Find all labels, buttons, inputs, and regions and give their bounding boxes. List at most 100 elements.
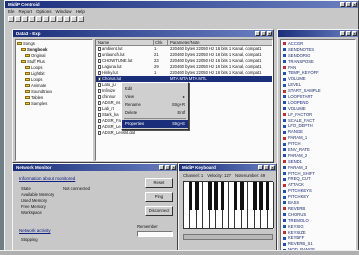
column-header-chk[interactable]: Chk <box>154 40 168 45</box>
parameter-bullet-icon <box>283 230 286 234</box>
parameter-bullet-icon <box>283 65 286 69</box>
record-icon[interactable] <box>71 16 77 22</box>
paste-icon[interactable] <box>43 16 49 22</box>
folder-tree: Songs Songbook Original Stuff Plus Loops… <box>15 39 93 161</box>
folder-icon <box>25 84 30 88</box>
maximize-icon[interactable]: □ <box>346 2 351 7</box>
file-icon <box>98 70 101 75</box>
parameter-window: _ □ × ACCGR SENDNOTES SENDORIG TRANSPOSE PAN TE… <box>277 29 359 255</box>
minimize-icon[interactable]: _ <box>159 165 164 170</box>
file-icon <box>98 100 101 105</box>
black-key[interactable] <box>220 182 225 210</box>
play-icon[interactable] <box>57 16 63 22</box>
main-title-bar: MidiP Centroid _ □ × <box>5 1 358 8</box>
new-icon[interactable] <box>8 16 14 22</box>
context-menu-edit[interactable]: Edit <box>122 85 188 93</box>
folder-icon <box>25 78 30 82</box>
black-key[interactable] <box>188 182 193 210</box>
context-menu-properties[interactable]: Properties Strg+E <box>122 120 188 128</box>
parameter-bullet-icon <box>283 171 286 175</box>
parameter-bullet-icon <box>283 148 286 152</box>
black-key[interactable] <box>265 182 270 210</box>
black-key[interactable] <box>259 182 264 210</box>
close-icon[interactable]: × <box>352 31 357 36</box>
parameter-bullet-icon <box>283 118 286 122</box>
black-key[interactable] <box>239 182 244 210</box>
parameter-bullet-icon <box>283 54 286 58</box>
context-menu-rename[interactable]: Rename Strg+R <box>122 101 188 109</box>
close-icon[interactable]: × <box>352 2 357 7</box>
context-menu-delete[interactable]: Delete Entf <box>122 109 188 117</box>
keyboard-title: MidiP Keyboard <box>182 165 216 170</box>
file-icon <box>98 118 101 123</box>
explorer-window: Data3 - Exp _ □ × Songs Songbook Original … <box>12 29 274 163</box>
open-icon[interactable] <box>15 16 21 22</box>
parameter-bullet-icon <box>283 83 286 87</box>
parameter-bullet-icon <box>283 130 286 134</box>
minimize-icon[interactable]: _ <box>340 31 345 36</box>
parameter-bullet-icon <box>283 219 286 223</box>
context-menu-view[interactable]: View ▸ <box>122 93 188 101</box>
file-row[interactable]: ADSR_Lenslit.dat <box>96 130 272 136</box>
parameter-bullet-icon <box>283 166 286 170</box>
cut-icon[interactable] <box>29 16 35 22</box>
maximize-icon[interactable]: □ <box>261 31 266 36</box>
close-icon[interactable]: × <box>270 165 275 170</box>
menu-options[interactable]: Options <box>36 8 52 15</box>
parameter-bullet-icon <box>283 177 286 181</box>
close-icon[interactable]: × <box>171 165 176 170</box>
keyboard-window: MidiP Keyboard _ □ × Channel: 1 Velocity: … <box>178 163 277 253</box>
remember-slider[interactable] <box>137 231 173 237</box>
parameter-bullet-icon <box>283 89 286 93</box>
slider-label: Remember <box>137 224 158 229</box>
explorer-title-bar: Data3 - Exp _ □ × <box>13 30 273 37</box>
save-icon[interactable] <box>22 16 28 22</box>
black-key[interactable] <box>214 182 219 210</box>
parameter-bullet-icon <box>283 236 286 240</box>
disconnect-button[interactable]: Disconnect <box>145 206 173 216</box>
keyboard-title-bar: MidiP Keyboard _ □ × <box>179 164 276 171</box>
activity-status: Stopping <box>21 237 38 242</box>
parameter-bullet-icon <box>283 60 286 64</box>
monitor-window: Network Monitor _ □ × Information about mo… <box>12 163 178 253</box>
monitor-title: Network Monitor <box>16 165 52 170</box>
column-header-note[interactable]: Parameter/Note <box>168 40 272 45</box>
delete-icon[interactable] <box>50 16 56 22</box>
context-menu: Edit View ▸ Rename Strg+R Delete Entf Prope… <box>121 82 189 130</box>
ping-button[interactable]: Ping <box>145 192 173 202</box>
parameter-bullet-icon <box>283 77 286 81</box>
reset-button[interactable]: Reset <box>145 178 173 188</box>
tree-node[interactable]: Samples <box>17 101 91 107</box>
black-key[interactable] <box>207 182 212 210</box>
help-icon[interactable] <box>78 16 84 22</box>
maximize-icon[interactable]: □ <box>264 165 269 170</box>
parameter-list: ACCGR SENDNOTES SENDORIG TRANSPOSE PAN TEMP_K… <box>280 39 356 253</box>
menu-help[interactable]: Help <box>76 8 85 15</box>
stop-icon[interactable] <box>64 16 70 22</box>
channel-label: Channel: 1 <box>183 173 204 178</box>
black-key[interactable] <box>252 182 257 210</box>
column-header-name[interactable]: Name <box>96 40 154 45</box>
copy-icon[interactable] <box>36 16 42 22</box>
file-icon <box>98 130 101 135</box>
menu-file[interactable]: Ele <box>8 8 15 15</box>
black-key[interactable] <box>233 182 238 210</box>
file-icon <box>98 112 101 117</box>
minimize-icon[interactable]: _ <box>340 2 345 7</box>
menu-report[interactable]: Report <box>19 8 33 15</box>
folder-icon <box>21 48 26 52</box>
keyboard-scrollbar[interactable] <box>183 234 273 240</box>
menu-bar: Ele Report Options Window Help <box>5 8 358 15</box>
minimize-icon[interactable]: _ <box>258 165 263 170</box>
parameter-bullet-icon <box>283 48 286 52</box>
toolbar <box>5 15 358 23</box>
minimize-icon[interactable]: _ <box>255 31 260 36</box>
folder-icon <box>25 90 30 94</box>
menu-window[interactable]: Window <box>56 8 72 15</box>
close-icon[interactable]: × <box>267 31 272 36</box>
monitor-fields: State Not connected Available Memory Used… <box>21 186 131 216</box>
maximize-icon[interactable]: □ <box>346 31 351 36</box>
maximize-icon[interactable]: □ <box>165 165 170 170</box>
black-key[interactable] <box>194 182 199 210</box>
folder-icon <box>17 42 22 46</box>
